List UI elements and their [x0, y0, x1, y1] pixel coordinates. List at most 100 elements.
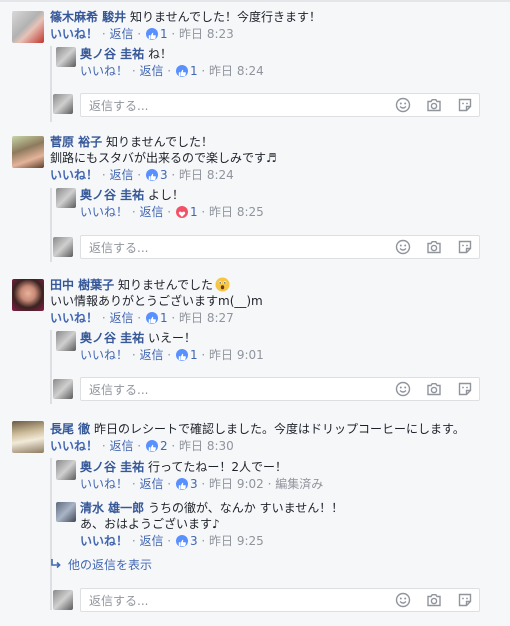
like-reaction-icon[interactable] [175, 65, 188, 77]
sticker-icon[interactable] [457, 592, 473, 608]
like-link[interactable]: いいね！ [50, 311, 98, 325]
like-count[interactable]: 3 [190, 477, 198, 491]
edited-label[interactable]: 編集済み [275, 477, 323, 491]
reply-author[interactable]: 奥ノ谷 圭祐 [80, 460, 144, 474]
reply-link[interactable]: 返信 [109, 27, 133, 41]
like-count[interactable]: 1 [190, 64, 198, 78]
reply-link[interactable]: 返信 [109, 311, 133, 325]
reply-link[interactable]: 返信 [139, 348, 163, 362]
timestamp[interactable]: 昨日 8:27 [179, 311, 234, 325]
emoji-icon[interactable] [395, 239, 411, 255]
comment: 長尾 徹 昨日のレシートで確認しました。今度はドリップコーヒーにします。 いいね… [50, 421, 465, 454]
like-link[interactable]: いいね！ [80, 534, 128, 548]
comment-author[interactable]: 篠木麻希 駿井 [50, 10, 126, 24]
reply-text: 行ってたねー！2人でー！ [148, 460, 288, 474]
reply-actions: いいね！ · 返信 · 1 · 昨日 8:25 [80, 205, 264, 219]
sticker-icon[interactable] [457, 239, 473, 255]
like-reaction-icon[interactable] [145, 169, 158, 181]
avatar[interactable] [56, 502, 76, 522]
like-link[interactable]: いいね！ [80, 348, 128, 362]
sticker-icon[interactable] [457, 97, 473, 113]
camera-icon[interactable] [426, 381, 442, 397]
comment-text: 昨日のレシートで確認しました。今度はドリップコーヒーにします。 [94, 422, 465, 436]
reply-author[interactable]: 奥ノ谷 圭祐 [80, 331, 144, 345]
like-count[interactable]: 1 [160, 311, 168, 325]
like-reaction-icon[interactable] [145, 312, 158, 324]
reply-text: うちの徹が、なんか すいません！！ [148, 501, 344, 515]
reply: 奥ノ谷 圭祐 よし！ いいね！ · 返信 · 1 · 昨日 8:25 [80, 187, 264, 220]
timestamp[interactable]: 昨日 8:23 [179, 27, 234, 41]
comment-actions: いいね！ · 返信 · 2 · 昨日 8:30 [50, 439, 234, 453]
reply-link[interactable]: 返信 [109, 168, 133, 182]
like-reaction-icon[interactable] [145, 440, 158, 452]
reply-author[interactable]: 清水 雄一郎 [80, 501, 144, 515]
comment: 菅原 裕子 知りませんでした！ 釧路にもスタバが出来るので楽しみです♬ いいね！… [50, 134, 277, 183]
like-count[interactable]: 1 [160, 27, 168, 41]
avatar[interactable] [12, 11, 44, 43]
reply-box[interactable] [80, 377, 480, 401]
avatar[interactable] [12, 421, 44, 453]
reply-link[interactable]: 返信 [139, 534, 163, 548]
avatar[interactable] [12, 279, 44, 311]
emoji-icon[interactable] [395, 381, 411, 397]
reply-link[interactable]: 返信 [139, 64, 163, 78]
timestamp[interactable]: 昨日 8:24 [209, 64, 264, 78]
timestamp[interactable]: 昨日 9:02 [209, 477, 264, 491]
timestamp[interactable]: 昨日 8:24 [179, 168, 234, 182]
emoji-icon[interactable] [395, 592, 411, 608]
like-count[interactable]: 1 [190, 205, 198, 219]
comment-author[interactable]: 田中 樹葉子 [50, 278, 114, 292]
like-link[interactable]: いいね！ [50, 27, 98, 41]
reply-input[interactable] [87, 97, 391, 115]
reply-link[interactable]: 返信 [109, 439, 133, 453]
like-count[interactable]: 3 [160, 168, 168, 182]
like-reaction-icon[interactable] [175, 349, 188, 361]
reply-link[interactable]: 返信 [139, 205, 163, 219]
camera-icon[interactable] [426, 97, 442, 113]
reply-input[interactable] [87, 239, 391, 257]
avatar[interactable] [12, 136, 44, 168]
comment-author[interactable]: 菅原 裕子 [50, 135, 102, 149]
camera-icon[interactable] [426, 239, 442, 255]
more-replies-label[interactable]: 他の返信を表示 [68, 558, 152, 572]
like-link[interactable]: いいね！ [80, 205, 128, 219]
emoji-icon[interactable] [395, 97, 411, 113]
like-link[interactable]: いいね！ [80, 64, 128, 78]
like-link[interactable]: いいね！ [80, 477, 128, 491]
like-count[interactable]: 3 [190, 534, 198, 548]
reply-box[interactable] [80, 235, 480, 259]
avatar[interactable] [56, 460, 76, 480]
reply-link[interactable]: 返信 [139, 477, 163, 491]
reply-input[interactable] [87, 381, 391, 399]
camera-icon[interactable] [426, 592, 442, 608]
sticker-icon[interactable] [457, 381, 473, 397]
reply-text-line2: あ、おはようございます♪ [80, 517, 220, 531]
comment-text: 知りませんでした [118, 278, 214, 292]
avatar[interactable] [56, 47, 76, 67]
like-count[interactable]: 2 [160, 439, 168, 453]
reply-box[interactable] [80, 588, 480, 612]
like-reaction-icon[interactable] [175, 535, 188, 547]
like-link[interactable]: いいね！ [50, 168, 98, 182]
reply-author[interactable]: 奥ノ谷 圭祐 [80, 47, 144, 61]
love-reaction-icon[interactable] [175, 206, 188, 218]
comment-author[interactable]: 長尾 徹 [50, 422, 90, 436]
like-count[interactable]: 1 [190, 348, 198, 362]
avatar[interactable] [56, 188, 76, 208]
timestamp[interactable]: 昨日 9:25 [209, 534, 264, 548]
like-reaction-icon[interactable] [145, 28, 158, 40]
comment-actions: いいね！ · 返信 · 3 · 昨日 8:24 [50, 168, 234, 182]
reply-box[interactable] [80, 93, 480, 117]
top-divider [0, 0, 510, 2]
like-reaction-icon[interactable] [175, 478, 188, 490]
more-replies-link[interactable]: 他の返信を表示 [50, 557, 152, 573]
timestamp[interactable]: 昨日 8:25 [209, 205, 264, 219]
timestamp[interactable]: 昨日 9:01 [209, 348, 264, 362]
timestamp[interactable]: 昨日 8:30 [179, 439, 234, 453]
like-link[interactable]: いいね！ [50, 439, 98, 453]
surprised-emoji-icon [215, 277, 230, 292]
reply-author[interactable]: 奥ノ谷 圭祐 [80, 188, 144, 202]
comment-text-line2: 釧路にもスタバが出来るので楽しみです♬ [50, 151, 277, 165]
reply-input[interactable] [87, 592, 391, 610]
avatar[interactable] [56, 331, 76, 351]
